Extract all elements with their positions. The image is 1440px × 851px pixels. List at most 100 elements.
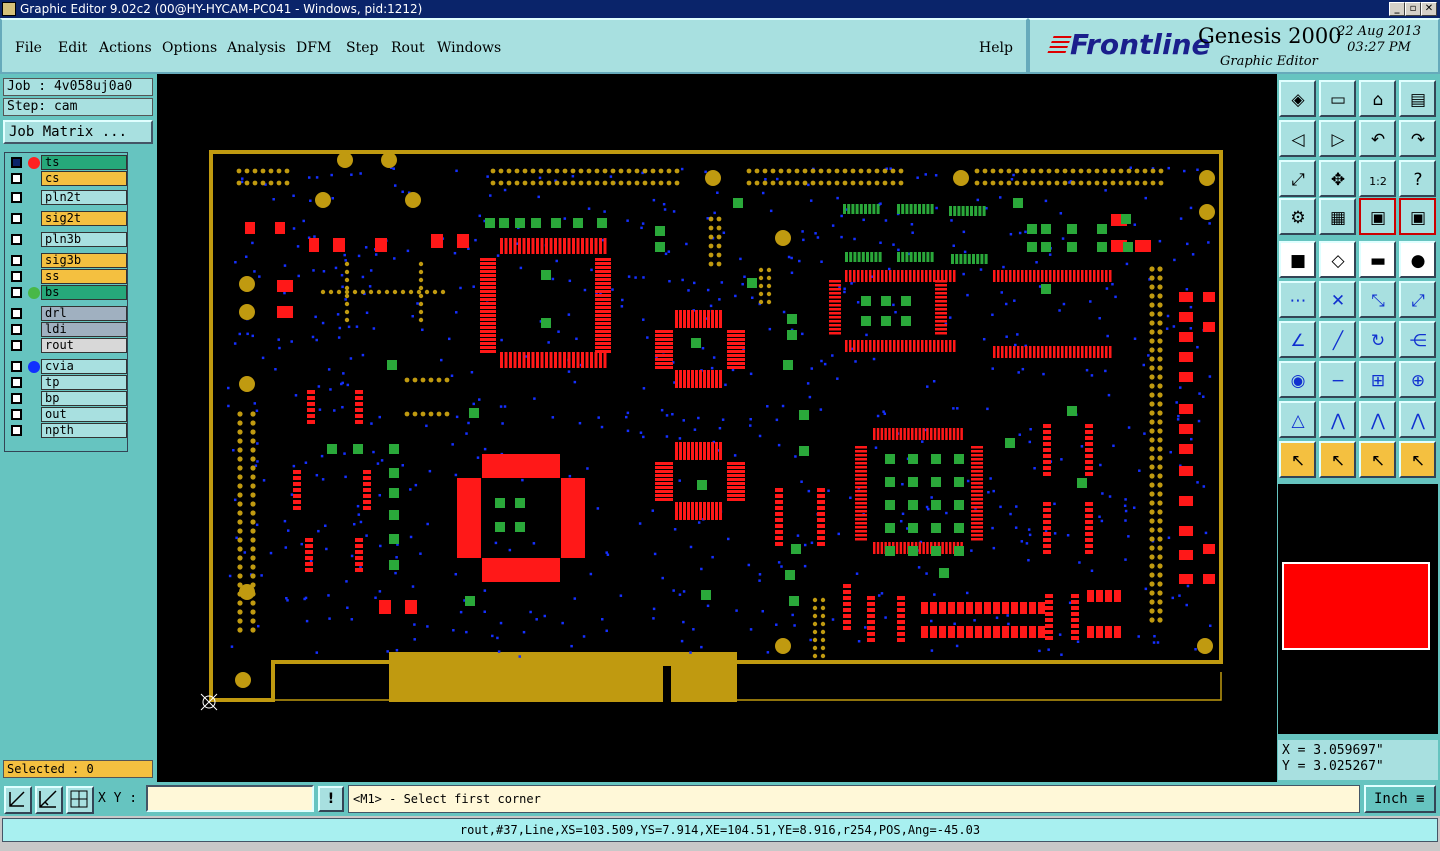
point-icon[interactable]: ⤡	[1359, 281, 1396, 318]
point-select-icon[interactable]: ⤢	[1399, 281, 1436, 318]
maximize-button[interactable]: ▫	[1405, 2, 1421, 16]
a-shape-icon[interactable]: ⋀	[1319, 401, 1356, 438]
layer-checkbox[interactable]	[11, 324, 22, 335]
menu-analysis[interactable]: Analysis	[227, 40, 286, 56]
menu-step[interactable]: Step	[346, 40, 378, 56]
angle-icon[interactable]: ∠	[1279, 321, 1316, 358]
menu-edit[interactable]: Edit	[58, 40, 87, 56]
layer-checkbox[interactable]	[11, 393, 22, 404]
close-button[interactable]: ✕	[1421, 2, 1437, 16]
ruler-icon[interactable]: ▬	[1359, 241, 1396, 278]
layer-checkbox[interactable]	[11, 192, 22, 203]
xy-input[interactable]	[146, 785, 314, 812]
save-icon[interactable]: ▭	[1319, 80, 1356, 117]
layer-checkbox[interactable]	[11, 308, 22, 319]
layer-row-drl[interactable]: drl	[7, 306, 127, 321]
layer-display-icon[interactable]: ▣	[1359, 198, 1396, 235]
layer-checkbox[interactable]	[11, 425, 22, 436]
menu-help[interactable]: Help	[979, 40, 1013, 56]
qfp-pad	[881, 270, 884, 282]
via	[962, 230, 966, 234]
menu-windows[interactable]: Windows	[437, 40, 501, 56]
layer-row-sig3b[interactable]: sig3b	[7, 253, 127, 268]
layer-row-rout[interactable]: rout	[7, 338, 127, 353]
layer-checkbox[interactable]	[11, 340, 22, 351]
query-icon[interactable]: ?	[1399, 160, 1436, 197]
line-icon[interactable]: ╱	[1319, 321, 1356, 358]
layer-checkbox[interactable]	[11, 271, 22, 282]
layer-checkbox[interactable]	[11, 157, 22, 168]
layer-row-ss[interactable]: ss	[7, 269, 127, 284]
grid-icon[interactable]	[66, 786, 94, 814]
zoom-home-icon[interactable]: ✥	[1319, 160, 1356, 197]
layer-checkbox[interactable]	[11, 234, 22, 245]
layer-row-bp[interactable]: bp	[7, 391, 127, 406]
units-selector[interactable]: Inch ≡	[1364, 785, 1436, 813]
text-icon[interactable]: ⋲	[1399, 321, 1436, 358]
gold-dot	[1150, 180, 1156, 186]
layer-row-ldi[interactable]: ldi	[7, 322, 127, 337]
layer-row-out[interactable]: out	[7, 407, 127, 422]
minus-icon[interactable]: −	[1319, 361, 1356, 398]
layer-checkbox[interactable]	[11, 409, 22, 420]
select-pointer-icon[interactable]: ↖	[1319, 441, 1356, 478]
measure-icon[interactable]	[35, 786, 63, 814]
snap-icon[interactable]: ⚙	[1279, 198, 1316, 235]
overview-map[interactable]	[1278, 484, 1438, 734]
menu-options[interactable]: Options	[162, 40, 217, 56]
cross-icon[interactable]: ✕	[1319, 281, 1356, 318]
menu-actions[interactable]: Actions	[99, 40, 152, 56]
minimize-button[interactable]: _	[1389, 2, 1405, 16]
via	[921, 440, 924, 443]
graphic-canvas[interactable]	[157, 74, 1277, 782]
job-matrix-button[interactable]: Job Matrix ...	[3, 120, 153, 144]
green-component	[939, 568, 949, 578]
pointer-net-icon[interactable]: ↖	[1399, 441, 1436, 478]
fit-screen-icon[interactable]: ⤢	[1279, 160, 1316, 197]
layer-row-cvia[interactable]: cvia	[7, 359, 127, 374]
group-icon[interactable]: ⊕	[1399, 361, 1436, 398]
open-job-icon[interactable]: ◈	[1279, 80, 1316, 117]
menu-rout[interactable]: Rout	[391, 40, 425, 56]
feature-display-icon[interactable]: ■	[1279, 241, 1316, 278]
layer-checkbox[interactable]	[11, 213, 22, 224]
window-icon[interactable]: ▤	[1399, 80, 1436, 117]
layer-row-pln2t[interactable]: pln2t	[7, 190, 127, 205]
outline-icon[interactable]: ◇	[1319, 241, 1356, 278]
left-arrow-icon[interactable]: ◁	[1279, 120, 1316, 157]
layer-row-bs[interactable]: bs	[7, 285, 127, 300]
layer-checkbox[interactable]	[11, 287, 22, 298]
layer-row-sig2t[interactable]: sig2t	[7, 211, 127, 226]
a-frame-icon[interactable]: ⋀	[1359, 401, 1396, 438]
pointer-icon[interactable]: ↖	[1279, 441, 1316, 478]
scale-icon[interactable]: 1:2	[1359, 160, 1396, 197]
layer-checkbox[interactable]	[11, 173, 22, 184]
layer-checkbox[interactable]	[11, 377, 22, 388]
connect-icon[interactable]: ⋯	[1279, 281, 1316, 318]
layer-features-icon[interactable]: ▣	[1399, 198, 1436, 235]
redo-icon[interactable]: ↷	[1399, 120, 1436, 157]
triangle-icon[interactable]: △	[1279, 401, 1316, 438]
exclamation-button[interactable]: !	[318, 786, 344, 812]
layer-row-tp[interactable]: tp	[7, 375, 127, 390]
layer-row-cs[interactable]: cs	[7, 171, 127, 186]
home-icon[interactable]: ⌂	[1359, 80, 1396, 117]
grid-toggle-icon[interactable]: ▦	[1319, 198, 1356, 235]
array-icon[interactable]: ⊞	[1359, 361, 1396, 398]
layer-checkbox[interactable]	[11, 255, 22, 266]
layer-row-pln3b[interactable]: pln3b	[7, 232, 127, 247]
layer-row-ts[interactable]: ts	[7, 155, 127, 170]
menu-dfm[interactable]: DFM	[296, 40, 331, 56]
layer-checkbox[interactable]	[11, 361, 22, 372]
menu-file[interactable]: File	[15, 40, 42, 56]
arc-icon[interactable]: ↻	[1359, 321, 1396, 358]
right-arrow-icon[interactable]: ▷	[1319, 120, 1356, 157]
a-cross-icon[interactable]: ⋀	[1399, 401, 1436, 438]
zoom-area-icon[interactable]	[4, 786, 32, 814]
undo-icon[interactable]: ↶	[1359, 120, 1396, 157]
move-pointer-icon[interactable]: ↖	[1359, 441, 1396, 478]
pad-icon[interactable]: ●	[1399, 241, 1436, 278]
node-icon[interactable]: ◉	[1279, 361, 1316, 398]
green-component	[387, 360, 397, 370]
layer-row-npth[interactable]: npth	[7, 423, 127, 438]
